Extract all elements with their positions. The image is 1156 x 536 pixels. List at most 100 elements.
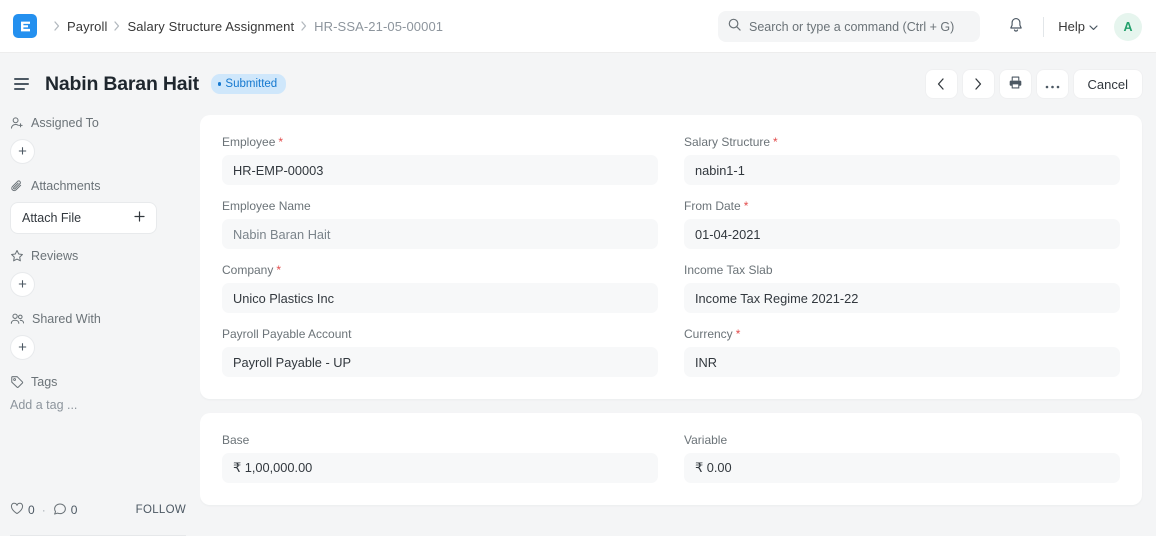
form-section-amounts: Base ₹ 1,00,000.00 Variable ₹ 0.00 — [200, 413, 1142, 505]
avatar[interactable]: A — [1114, 13, 1142, 41]
add-tag-input[interactable]: Add a tag ... — [10, 398, 186, 412]
sidebar-section-tags: Tags Add a tag ... — [10, 374, 186, 412]
sidebar-section-reviews: Reviews + — [10, 248, 186, 297]
tag-icon — [10, 375, 24, 389]
field-base: Base ₹ 1,00,000.00 — [222, 433, 658, 483]
breadcrumb-item-payroll[interactable]: Payroll — [67, 19, 107, 34]
status-badge-label: Submitted — [225, 78, 277, 90]
reviews-header: Reviews — [10, 248, 186, 264]
document-sidebar: Assigned To + Attachments Attach File — [0, 115, 200, 536]
from-date-input[interactable]: 01-04-2021 — [684, 219, 1120, 249]
tags-header: Tags — [10, 374, 186, 390]
document-title-bar: Nabin Baran Hait Submitted — [0, 53, 1156, 115]
form-section-main: Employee * HR-EMP-00003 Employee Name Na… — [200, 115, 1142, 399]
page-title: Nabin Baran Hait — [45, 73, 199, 96]
assigned-to-header: Assigned To — [10, 115, 186, 131]
ellipsis-icon — [1045, 77, 1060, 92]
employee-input[interactable]: HR-EMP-00003 — [222, 155, 658, 185]
more-options-button[interactable] — [1037, 70, 1068, 98]
label-text: Company — [222, 263, 273, 277]
label-text: Income Tax Slab — [684, 263, 773, 277]
page-body: Assigned To + Attachments Attach File — [0, 115, 1156, 536]
attachments-header: Attachments — [10, 178, 186, 194]
navbar-right-actions: Help A — [1001, 0, 1142, 53]
label-text: Employee — [222, 135, 275, 149]
field-label: Base — [222, 433, 658, 447]
previous-document-button[interactable] — [926, 70, 957, 98]
field-label: Company * — [222, 263, 658, 277]
print-button[interactable] — [1000, 70, 1031, 98]
field-label: Currency * — [684, 327, 1120, 341]
add-share-button[interactable]: + — [10, 335, 35, 360]
amounts-column-right: Variable ₹ 0.00 — [684, 433, 1120, 483]
field-from-date: From Date * 01-04-2021 — [684, 199, 1120, 249]
sidebar-toggle-icon[interactable] — [10, 71, 36, 97]
sidebar-label: Tags — [31, 375, 57, 389]
employee-name-input[interactable]: Nabin Baran Hait — [222, 219, 658, 249]
sidebar-label: Reviews — [31, 249, 78, 263]
required-indicator: * — [278, 136, 283, 148]
like-button[interactable]: 0 — [10, 502, 35, 518]
like-count: 0 — [28, 503, 35, 517]
breadcrumb-item-document-id: HR-SSA-21-05-00001 — [314, 19, 443, 34]
breadcrumb-item-salary-structure-assignment[interactable]: Salary Structure Assignment — [127, 19, 294, 34]
income-tax-slab-input[interactable]: Income Tax Regime 2021-22 — [684, 283, 1120, 313]
label-text: Variable — [684, 433, 727, 447]
amounts-column-left: Base ₹ 1,00,000.00 — [222, 433, 658, 483]
field-label: Employee * — [222, 135, 658, 149]
required-indicator: * — [736, 328, 741, 340]
status-dot-icon — [218, 82, 222, 86]
field-currency: Currency * INR — [684, 327, 1120, 377]
company-input[interactable]: Unico Plastics Inc — [222, 283, 658, 313]
top-navbar: Payroll Salary Structure Assignment HR-S… — [0, 0, 1156, 53]
salary-structure-input[interactable]: nabin1-1 — [684, 155, 1120, 185]
add-assignment-button[interactable]: + — [10, 139, 35, 164]
label-text: Payroll Payable Account — [222, 327, 351, 341]
required-indicator: * — [744, 200, 749, 212]
notifications-button[interactable] — [1001, 12, 1031, 42]
sidebar-section-assigned-to: Assigned To + — [10, 115, 186, 164]
comment-button[interactable]: 0 — [53, 502, 78, 518]
bell-icon — [1008, 17, 1024, 37]
sidebar-label: Assigned To — [31, 116, 99, 130]
label-text: Base — [222, 433, 249, 447]
sidebar-label: Shared With — [32, 312, 101, 326]
app-logo-icon[interactable] — [13, 14, 37, 38]
footer-separator: · — [42, 503, 46, 517]
label-text: Currency — [684, 327, 733, 341]
attach-file-button[interactable]: Attach File — [10, 202, 157, 234]
variable-input[interactable]: ₹ 0.00 — [684, 453, 1120, 483]
follow-button[interactable]: FOLLOW — [136, 504, 186, 516]
comment-icon — [53, 502, 67, 518]
sidebar-label: Attachments — [31, 179, 100, 193]
navbar-divider — [1043, 17, 1044, 37]
search-input[interactable] — [749, 20, 970, 34]
add-review-button[interactable]: + — [10, 272, 35, 297]
search-bar[interactable] — [718, 11, 980, 42]
comment-count: 0 — [71, 503, 78, 517]
heart-icon — [10, 502, 24, 518]
sidebar-section-shared-with: Shared With + — [10, 311, 186, 360]
sidebar-footer-row: 0 · 0 FOLLOW — [10, 495, 186, 525]
field-employee: Employee * HR-EMP-00003 — [222, 135, 658, 185]
label-text: Employee Name — [222, 199, 311, 213]
search-icon — [728, 18, 741, 36]
field-employee-name: Employee Name Nabin Baran Hait — [222, 199, 658, 249]
plus-icon — [134, 211, 145, 225]
chevron-down-icon — [1089, 19, 1098, 34]
label-text: Salary Structure — [684, 135, 770, 149]
form-column-right: Salary Structure * nabin1-1 From Date * … — [684, 135, 1120, 377]
payroll-payable-account-input[interactable]: Payroll Payable - UP — [222, 347, 658, 377]
field-variable: Variable ₹ 0.00 — [684, 433, 1120, 483]
cancel-button[interactable]: Cancel — [1074, 70, 1142, 98]
next-document-button[interactable] — [963, 70, 994, 98]
shared-with-header: Shared With — [10, 311, 186, 327]
help-label: Help — [1058, 19, 1085, 34]
base-input[interactable]: ₹ 1,00,000.00 — [222, 453, 658, 483]
currency-input[interactable]: INR — [684, 347, 1120, 377]
field-label: From Date * — [684, 199, 1120, 213]
form-content: Employee * HR-EMP-00003 Employee Name Na… — [200, 115, 1156, 536]
sidebar-footer: 0 · 0 FOLLOW — [10, 495, 186, 536]
sidebar-section-attachments: Attachments Attach File — [10, 178, 186, 234]
help-menu-button[interactable]: Help — [1056, 15, 1100, 38]
